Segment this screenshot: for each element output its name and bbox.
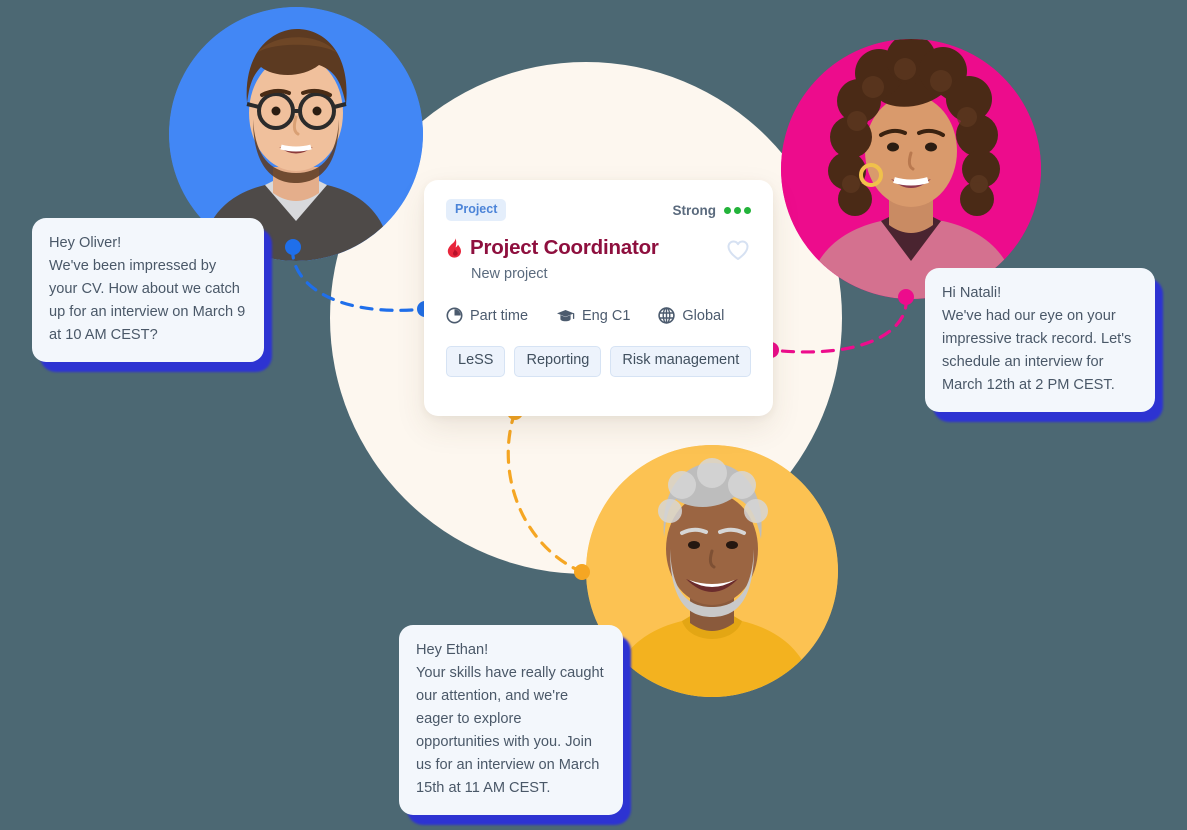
skill-chip-less[interactable]: LeSS [446,346,506,377]
globe-icon [658,307,676,324]
graduation-cap-icon [557,310,575,322]
meta-part-time-label: Part time [470,307,529,324]
heart-icon[interactable] [725,237,751,263]
title-wrap: Project Coordinator [446,236,659,260]
skill-chip-reporting[interactable]: Reporting [514,346,602,377]
flame-icon [447,238,461,258]
message-text-natali: Hi Natali! We've had our eye on your imp… [925,268,1155,412]
message-bubble-natali[interactable]: Hi Natali! We've had our eye on your imp… [925,268,1163,422]
connector-dot-ethan [574,564,590,580]
clock-icon [446,307,463,324]
meta-language: Eng C1 [556,308,630,324]
match-strength-dots [724,206,751,214]
meta-location-label: Global [682,307,725,324]
strength-dot [734,206,741,214]
hero-illustration: Project Strong Project Coordinator New p… [0,0,1187,830]
message-bubble-ethan[interactable]: Hey Ethan! Your skills have really caugh… [399,625,631,825]
message-text-ethan: Hey Ethan! Your skills have really caugh… [399,625,623,815]
skill-chips: LeSS Reporting Risk management [446,346,752,377]
card-title-row: Project Coordinator [446,236,751,263]
badge-project: Project [446,199,507,221]
job-title: Project Coordinator [470,236,659,259]
meta-language-label: Eng C1 [582,307,631,324]
job-card[interactable]: Project Strong Project Coordinator New p… [424,180,773,416]
connector-natali [769,295,908,354]
message-bubble-oliver[interactable]: Hey Oliver! We've been impressed by your… [32,218,272,372]
match-strength-label: Strong [672,202,717,218]
skill-chip-risk-management[interactable]: Risk management [610,346,752,377]
connector-dot-natali [898,289,914,305]
connector-oliver [291,245,427,312]
job-meta-row: Part time Eng C1 Global [446,307,751,324]
meta-part-time: Part time [446,307,528,324]
strength-dot [744,206,751,214]
card-header-row: Project Strong [446,199,751,221]
strength-dot [724,206,731,214]
message-text-oliver: Hey Oliver! We've been impressed by your… [32,218,264,362]
meta-location: Global [658,307,724,324]
match-strength: Strong [672,202,751,218]
connector-dot-oliver [285,239,301,255]
job-subtitle: New project [471,266,548,282]
connector-ethan [506,410,584,574]
